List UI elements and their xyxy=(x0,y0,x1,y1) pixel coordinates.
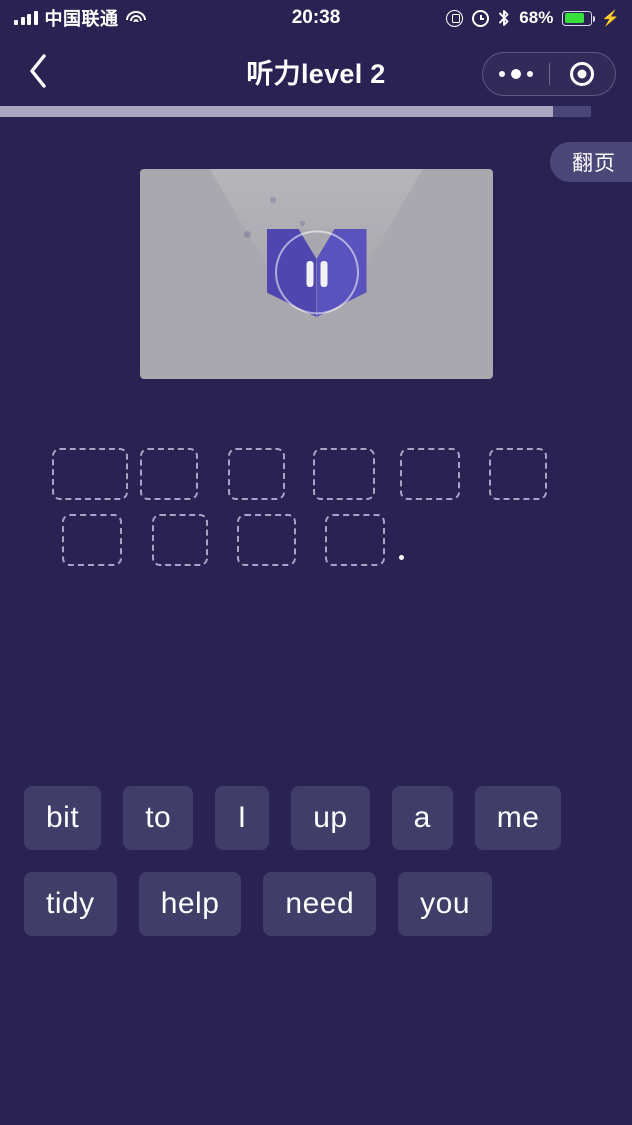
word-chip[interactable]: tidy xyxy=(24,872,117,936)
lesson-progress-fill xyxy=(0,106,553,117)
status-bar: 中国联通 20:38 68% ⚡ xyxy=(0,0,632,36)
speck xyxy=(300,221,305,226)
answer-slot[interactable] xyxy=(237,514,296,566)
lesson-progress-bar xyxy=(0,106,591,117)
word-chip[interactable]: a xyxy=(391,786,453,850)
word-chip[interactable]: up xyxy=(291,786,370,850)
answer-slot[interactable] xyxy=(140,448,198,500)
more-dots-icon[interactable] xyxy=(483,69,549,79)
word-chip[interactable]: to xyxy=(123,786,194,850)
sentence-period xyxy=(399,555,404,560)
word-chip[interactable]: help xyxy=(138,872,242,936)
answer-slot[interactable] xyxy=(489,448,547,500)
battery-icon xyxy=(562,10,596,26)
rotation-lock-icon xyxy=(446,9,464,27)
page-flip-button[interactable]: 翻页 xyxy=(550,142,632,182)
answer-slot[interactable] xyxy=(325,514,385,566)
answer-slot-row xyxy=(0,514,632,566)
word-chip[interactable]: need xyxy=(263,872,377,936)
answer-slot[interactable] xyxy=(228,448,285,500)
word-chip[interactable]: you xyxy=(398,872,493,936)
speck xyxy=(244,231,251,238)
answer-slot-row xyxy=(0,448,632,500)
answer-slot[interactable] xyxy=(400,448,460,500)
word-bank: bit to I up a me tidy help need you xyxy=(24,786,608,936)
answer-slot[interactable] xyxy=(313,448,375,500)
charging-bolt-icon: ⚡ xyxy=(601,9,620,27)
app-screen: 中国联通 20:38 68% ⚡ 听力level 2 翻页 bit to I u… xyxy=(0,0,632,1125)
pause-icon[interactable] xyxy=(306,261,327,287)
speck xyxy=(270,197,276,203)
navigation-bar: 听力level 2 xyxy=(0,36,632,106)
bluetooth-icon xyxy=(498,9,510,27)
answer-slot[interactable] xyxy=(152,514,208,566)
word-chip[interactable]: me xyxy=(474,786,562,850)
word-chip[interactable]: I xyxy=(215,786,270,850)
word-chip[interactable]: bit xyxy=(24,786,102,850)
battery-percent: 68% xyxy=(519,8,554,27)
answer-slot[interactable] xyxy=(52,448,128,500)
alarm-clock-icon xyxy=(472,9,490,27)
audio-player[interactable] xyxy=(140,169,493,379)
miniprogram-capsule xyxy=(482,52,616,96)
status-bar-right: 68% ⚡ xyxy=(446,8,620,28)
page-flip-label: 翻页 xyxy=(572,152,616,175)
answer-slot-area xyxy=(0,448,632,580)
target-circle-icon[interactable] xyxy=(550,62,616,86)
answer-slot[interactable] xyxy=(62,514,122,566)
